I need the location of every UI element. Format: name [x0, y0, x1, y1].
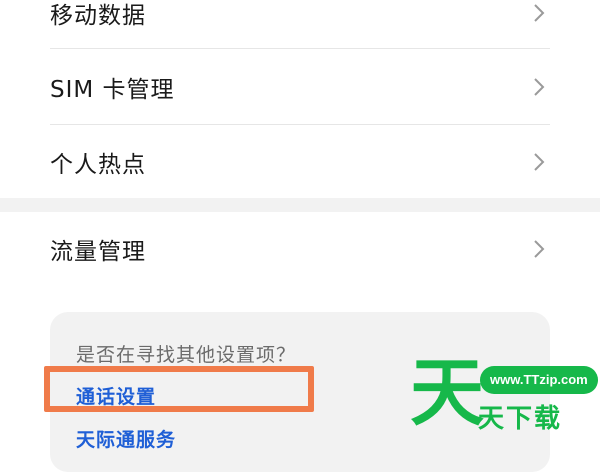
- settings-item-label: 流量管理: [50, 239, 146, 265]
- network-settings-screen: 移动数据 SIM 卡管理 个人热点 流量管理 是否在寻找其他设置项？ 通话设置 …: [0, 0, 600, 472]
- settings-item-label: SIM 卡管理: [50, 77, 175, 103]
- settings-item-label: 移动数据: [50, 3, 146, 29]
- divider: [50, 48, 550, 49]
- highlight-annotation: [44, 366, 314, 412]
- section-gap: [0, 198, 600, 212]
- settings-item-label: 个人热点: [50, 152, 146, 178]
- suggestion-link-skytone-service[interactable]: 天际通服务: [76, 425, 176, 452]
- settings-item-mobile-data[interactable]: 移动数据: [50, 0, 550, 50]
- chevron-right-icon: [534, 4, 545, 22]
- chevron-right-icon: [534, 240, 545, 258]
- settings-item-data-usage[interactable]: 流量管理: [50, 212, 550, 286]
- suggestions-title: 是否在寻找其他设置项？: [76, 344, 297, 366]
- watermark-logo: 天 www.TTzip.com 天下载: [404, 356, 600, 450]
- watermark-big-char: 天: [410, 350, 484, 436]
- watermark-url: www.TTzip.com: [480, 366, 598, 394]
- settings-item-sim-management[interactable]: SIM 卡管理: [50, 50, 550, 124]
- watermark-sub-text: 天下载: [478, 404, 563, 434]
- chevron-right-icon: [534, 153, 545, 171]
- chevron-right-icon: [534, 78, 545, 96]
- settings-item-hotspot[interactable]: 个人热点: [50, 125, 550, 199]
